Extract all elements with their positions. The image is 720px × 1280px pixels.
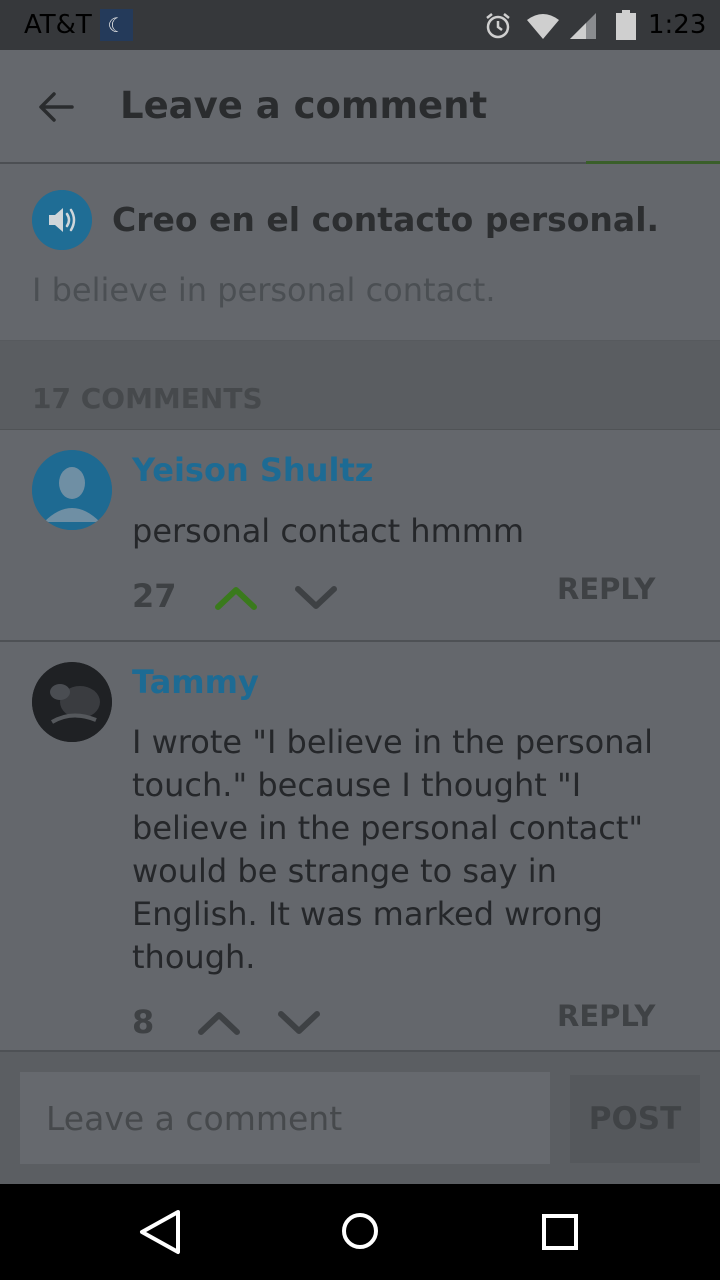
post-button[interactable]: POST [570, 1075, 700, 1163]
comment-body: personal contact hmmm [132, 512, 525, 550]
nav-back-icon[interactable] [138, 1208, 182, 1256]
upvote-icon[interactable] [213, 583, 259, 613]
reply-button[interactable]: REPLY [557, 571, 655, 607]
moon-icon: ☾ [100, 9, 133, 41]
nav-home-icon[interactable] [336, 1207, 384, 1255]
comment-author[interactable]: Yeison Shultz [132, 450, 373, 490]
comments-count: 17 COMMENTS [32, 382, 263, 415]
nav-recents-icon[interactable] [538, 1210, 582, 1254]
vote-count: 27 [132, 577, 177, 615]
battery-icon [616, 10, 636, 40]
sentence-panel [0, 164, 720, 341]
arrow-back-icon[interactable] [36, 87, 76, 127]
carrier-label: AT&T [24, 10, 92, 40]
comment-body: I wrote "I believe in the personal touch… [132, 723, 654, 976]
page-title: Leave a comment [120, 84, 488, 127]
downvote-icon[interactable] [276, 1008, 322, 1038]
downvote-icon[interactable] [293, 583, 339, 613]
sentence-text: Creo en el contacto personal. [112, 200, 660, 239]
reply-button[interactable]: REPLY [557, 998, 655, 1034]
sentence-translation: I believe in personal contact. [32, 271, 496, 309]
avatar[interactable] [32, 450, 112, 530]
vote-count: 8 [132, 1003, 155, 1041]
upvote-icon[interactable] [196, 1008, 242, 1038]
comment-author[interactable]: Tammy [132, 662, 259, 702]
comment-input[interactable] [20, 1072, 550, 1164]
speaker-icon[interactable] [32, 190, 92, 250]
wifi-icon [527, 14, 559, 39]
alarm-icon [486, 13, 510, 39]
status-time: 1:23 [648, 10, 707, 40]
signal-icon [570, 13, 596, 39]
avatar[interactable] [32, 662, 112, 742]
